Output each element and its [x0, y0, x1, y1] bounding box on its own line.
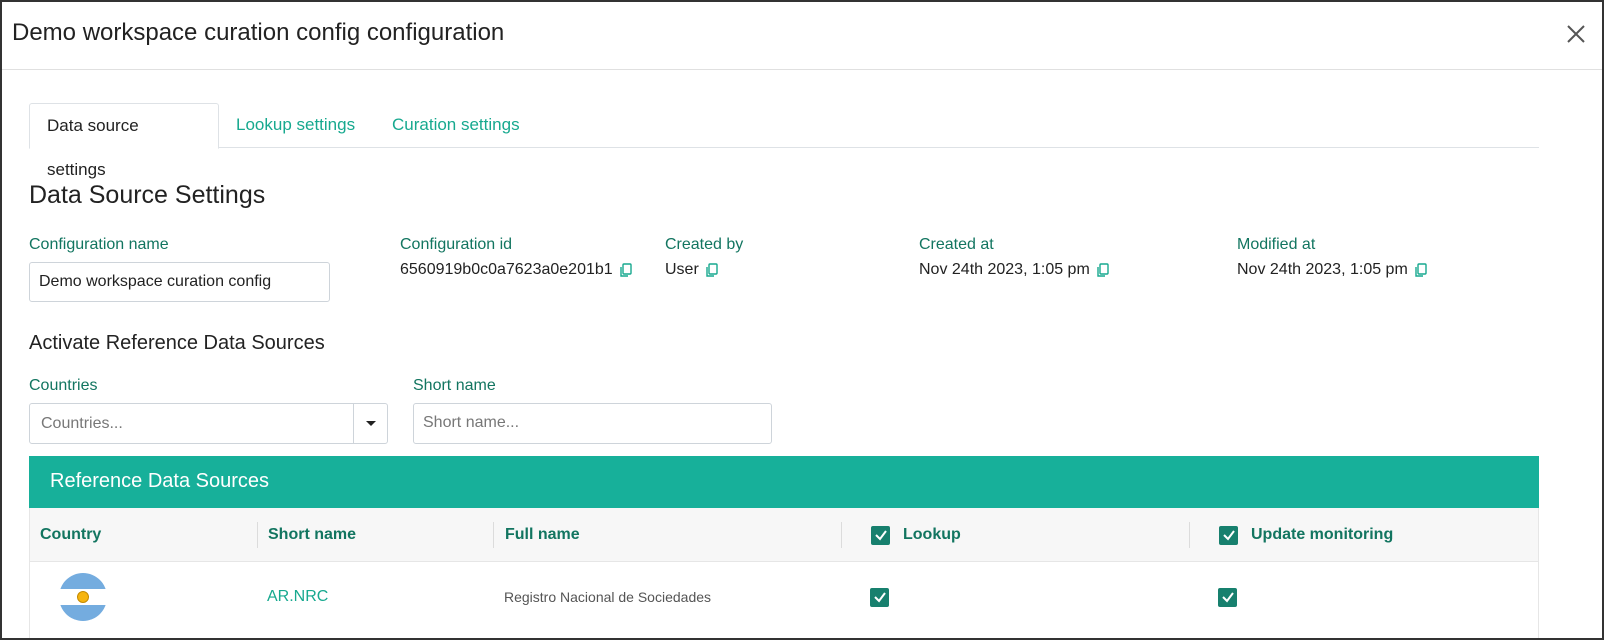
tab-lookup-settings[interactable]: Lookup settings [219, 103, 372, 148]
created-at-label: Created at [919, 236, 994, 253]
modified-at-label: Modified at [1237, 236, 1316, 253]
created-at-text: Nov 24th 2023, 1:05 pm [919, 261, 1090, 278]
lookup-cell [870, 562, 889, 632]
column-separator [257, 522, 258, 548]
table-header: Country Short name Full name Lookup Upda… [29, 508, 1539, 562]
copy-icon[interactable] [619, 263, 633, 277]
copy-icon[interactable] [1414, 263, 1428, 277]
column-header-short-name[interactable]: Short name [268, 508, 356, 562]
configuration-id-value: 6560919b0c0a7623a0e201b1 [400, 261, 633, 279]
section-title: Data Source Settings [29, 181, 266, 209]
tab-bar: Data source settings Lookup settings Cur… [29, 103, 1539, 179]
short-name-link[interactable]: AR.NRC [267, 562, 328, 632]
lookup-checkbox[interactable] [870, 587, 889, 607]
modal-header: Demo workspace curation config configura… [2, 2, 1602, 70]
configuration-id-label: Configuration id [400, 236, 513, 253]
column-header-country[interactable]: Country [40, 508, 101, 562]
lookup-select-all-checkbox[interactable] [871, 525, 890, 545]
countries-select[interactable]: Countries... [29, 403, 388, 444]
panel-title: Reference Data Sources [50, 470, 270, 492]
created-by-label: Created by [665, 236, 744, 253]
column-header-lookup: Lookup [871, 508, 961, 562]
column-separator [493, 522, 494, 548]
tab-curation-settings[interactable]: Curation settings [375, 103, 537, 148]
table-row[interactable]: AR.NRC Registro Nacional de Sociedades [29, 562, 1539, 638]
configuration-modal: Demo workspace curation config configura… [0, 0, 1604, 640]
column-header-full-name[interactable]: Full name [505, 508, 580, 562]
short-name-label: Short name [413, 377, 496, 394]
copy-icon[interactable] [705, 263, 719, 277]
column-separator [841, 522, 842, 548]
lookup-header-label: Lookup [903, 526, 961, 543]
reference-sources-panel-header: Reference Data Sources [29, 456, 1539, 508]
created-at-value: Nov 24th 2023, 1:05 pm [919, 261, 1110, 279]
column-separator [1189, 522, 1190, 548]
column-header-update-monitoring: Update monitoring [1219, 508, 1393, 562]
created-by-text: User [665, 261, 699, 278]
copy-icon[interactable] [1096, 263, 1110, 277]
argentina-flag-icon [59, 573, 107, 621]
caret-down-icon[interactable] [354, 404, 388, 443]
countries-label: Countries [29, 377, 98, 394]
update-monitoring-checkbox[interactable] [1218, 587, 1237, 607]
close-icon[interactable] [1560, 18, 1592, 50]
configuration-name-input[interactable]: Demo workspace curation config [29, 262, 330, 302]
country-cell [59, 562, 107, 632]
configuration-id-text: 6560919b0c0a7623a0e201b1 [400, 261, 613, 278]
modified-at-value: Nov 24th 2023, 1:05 pm [1237, 261, 1428, 279]
created-by-value: User [665, 261, 719, 279]
tab-data-source-settings[interactable]: Data source settings [29, 103, 219, 179]
update-monitoring-select-all-checkbox[interactable] [1219, 525, 1238, 545]
countries-placeholder: Countries... [41, 415, 123, 432]
configuration-name-label: Configuration name [29, 236, 169, 253]
update-monitoring-header-label: Update monitoring [1251, 526, 1394, 543]
activate-sources-title: Activate Reference Data Sources [29, 332, 325, 354]
modified-at-text: Nov 24th 2023, 1:05 pm [1237, 261, 1408, 278]
update-monitoring-cell [1218, 562, 1237, 632]
short-name-input[interactable]: Short name... [413, 403, 772, 444]
full-name-cell: Registro Nacional de Sociedades [504, 589, 712, 605]
modal-title: Demo workspace curation config configura… [12, 19, 505, 46]
